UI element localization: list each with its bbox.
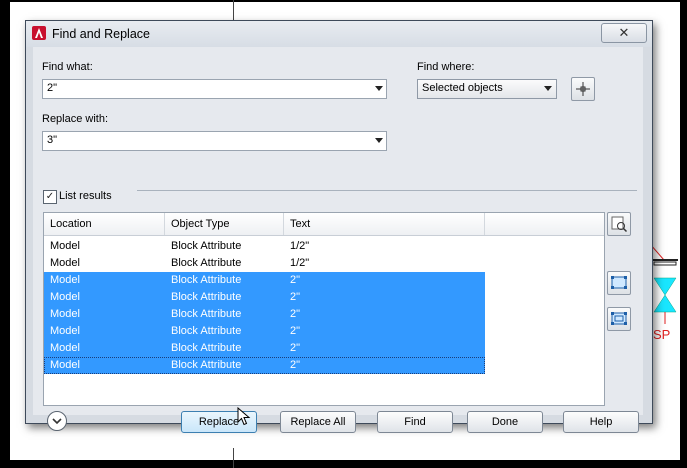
chevron-down-icon[interactable] — [375, 86, 383, 91]
create-selection-set-highlighted-button[interactable] — [607, 271, 631, 295]
table-row[interactable]: Model Block Attribute 1/2" — [44, 255, 485, 272]
crosshair-icon — [576, 82, 590, 96]
cell-object-type: Block Attribute — [171, 325, 242, 337]
table-row[interactable]: Model Block Attribute 2" — [44, 289, 485, 306]
mouse-pointer-icon — [237, 407, 251, 426]
cell-object-type: Block Attribute — [171, 291, 242, 303]
table-row[interactable]: Model Block Attribute 2" — [44, 306, 485, 323]
drawing-label: SP — [653, 327, 671, 342]
replace-with-combo[interactable]: 3" — [42, 131, 387, 151]
done-button[interactable]: Done — [467, 411, 543, 433]
find-button[interactable]: Find — [377, 411, 453, 433]
window-title: Find and Replace — [52, 27, 150, 41]
cell-text: 2" — [290, 359, 301, 371]
cell-object-type: Block Attribute — [171, 274, 242, 286]
cell-text: 1/2" — [290, 257, 310, 269]
cell-text: 1/2" — [290, 240, 310, 252]
list-results-label: List results — [59, 190, 112, 202]
cell-object-type: Block Attribute — [171, 359, 242, 371]
find-where-label: Find where: — [417, 61, 475, 73]
replace-all-button[interactable]: Replace All — [280, 411, 356, 433]
dialog-body: Find what: 2" Replace with: 3" Find wher… — [33, 47, 643, 433]
column-header-location[interactable]: Location — [44, 213, 165, 235]
more-options-button[interactable] — [47, 411, 67, 431]
find-replace-dialog: Find and Replace ✕ Find what: 2" Replace… — [25, 20, 653, 433]
list-results-checkbox[interactable]: ✓ — [43, 190, 57, 204]
replace-with-value: 3" — [47, 134, 58, 146]
select-objects-button[interactable] — [571, 77, 595, 101]
table-header: Location Object Type Text — [44, 213, 604, 236]
drawing-line — [233, 448, 234, 468]
create-selection-set-all-button[interactable] — [607, 307, 631, 331]
zoom-icon — [611, 216, 628, 233]
selection-set-icon — [611, 276, 627, 289]
cell-object-type: Block Attribute — [171, 240, 242, 252]
table-row[interactable]: Model Block Attribute 2" — [44, 357, 485, 374]
chevron-down-icon[interactable] — [544, 86, 552, 91]
cell-text: 2" — [290, 325, 301, 337]
cell-text: 2" — [290, 291, 301, 303]
zoom-to-button[interactable] — [607, 212, 631, 236]
cell-text: 2" — [290, 274, 301, 286]
cell-location: Model — [50, 342, 80, 354]
find-where-value: Selected objects — [422, 82, 503, 94]
table-row[interactable]: Model Block Attribute 2" — [44, 272, 485, 289]
cell-text: 2" — [290, 342, 301, 354]
table-row[interactable]: Model Block Attribute 1/2" — [44, 238, 485, 255]
find-what-label: Find what: — [42, 61, 93, 73]
autocad-logo-icon — [32, 26, 46, 40]
cell-text: 2" — [290, 308, 301, 320]
cell-location: Model — [50, 308, 80, 320]
find-what-combo[interactable]: 2" — [42, 79, 387, 99]
title-bar[interactable]: Find and Replace ✕ — [26, 21, 652, 47]
cell-location: Model — [50, 359, 80, 371]
results-table[interactable]: Location Object Type Text Model Block Att… — [43, 212, 605, 406]
chevron-down-icon[interactable] — [375, 138, 383, 143]
close-button[interactable]: ✕ — [601, 23, 647, 43]
find-where-dropdown[interactable]: Selected objects — [417, 79, 557, 99]
chevron-down-icon — [52, 418, 62, 425]
cell-object-type: Block Attribute — [171, 342, 242, 354]
replace-with-label: Replace with: — [42, 113, 109, 125]
cell-object-type: Block Attribute — [171, 308, 242, 320]
valve-symbol-icon — [650, 243, 678, 324]
column-header-object-type[interactable]: Object Type — [165, 213, 284, 235]
cell-location: Model — [50, 325, 80, 337]
table-row[interactable]: Model Block Attribute 2" — [44, 323, 485, 340]
table-row[interactable]: Model Block Attribute 2" — [44, 340, 485, 357]
separator — [137, 190, 637, 191]
cell-location: Model — [50, 274, 80, 286]
drawing-line — [233, 0, 234, 22]
find-what-value: 2" — [47, 82, 58, 94]
column-header-text[interactable]: Text — [284, 213, 485, 235]
cell-location: Model — [50, 291, 80, 303]
cell-location: Model — [50, 257, 80, 269]
cell-location: Model — [50, 240, 80, 252]
selection-set-all-icon — [611, 312, 627, 325]
cell-object-type: Block Attribute — [171, 257, 242, 269]
help-button[interactable]: Help — [563, 411, 639, 433]
